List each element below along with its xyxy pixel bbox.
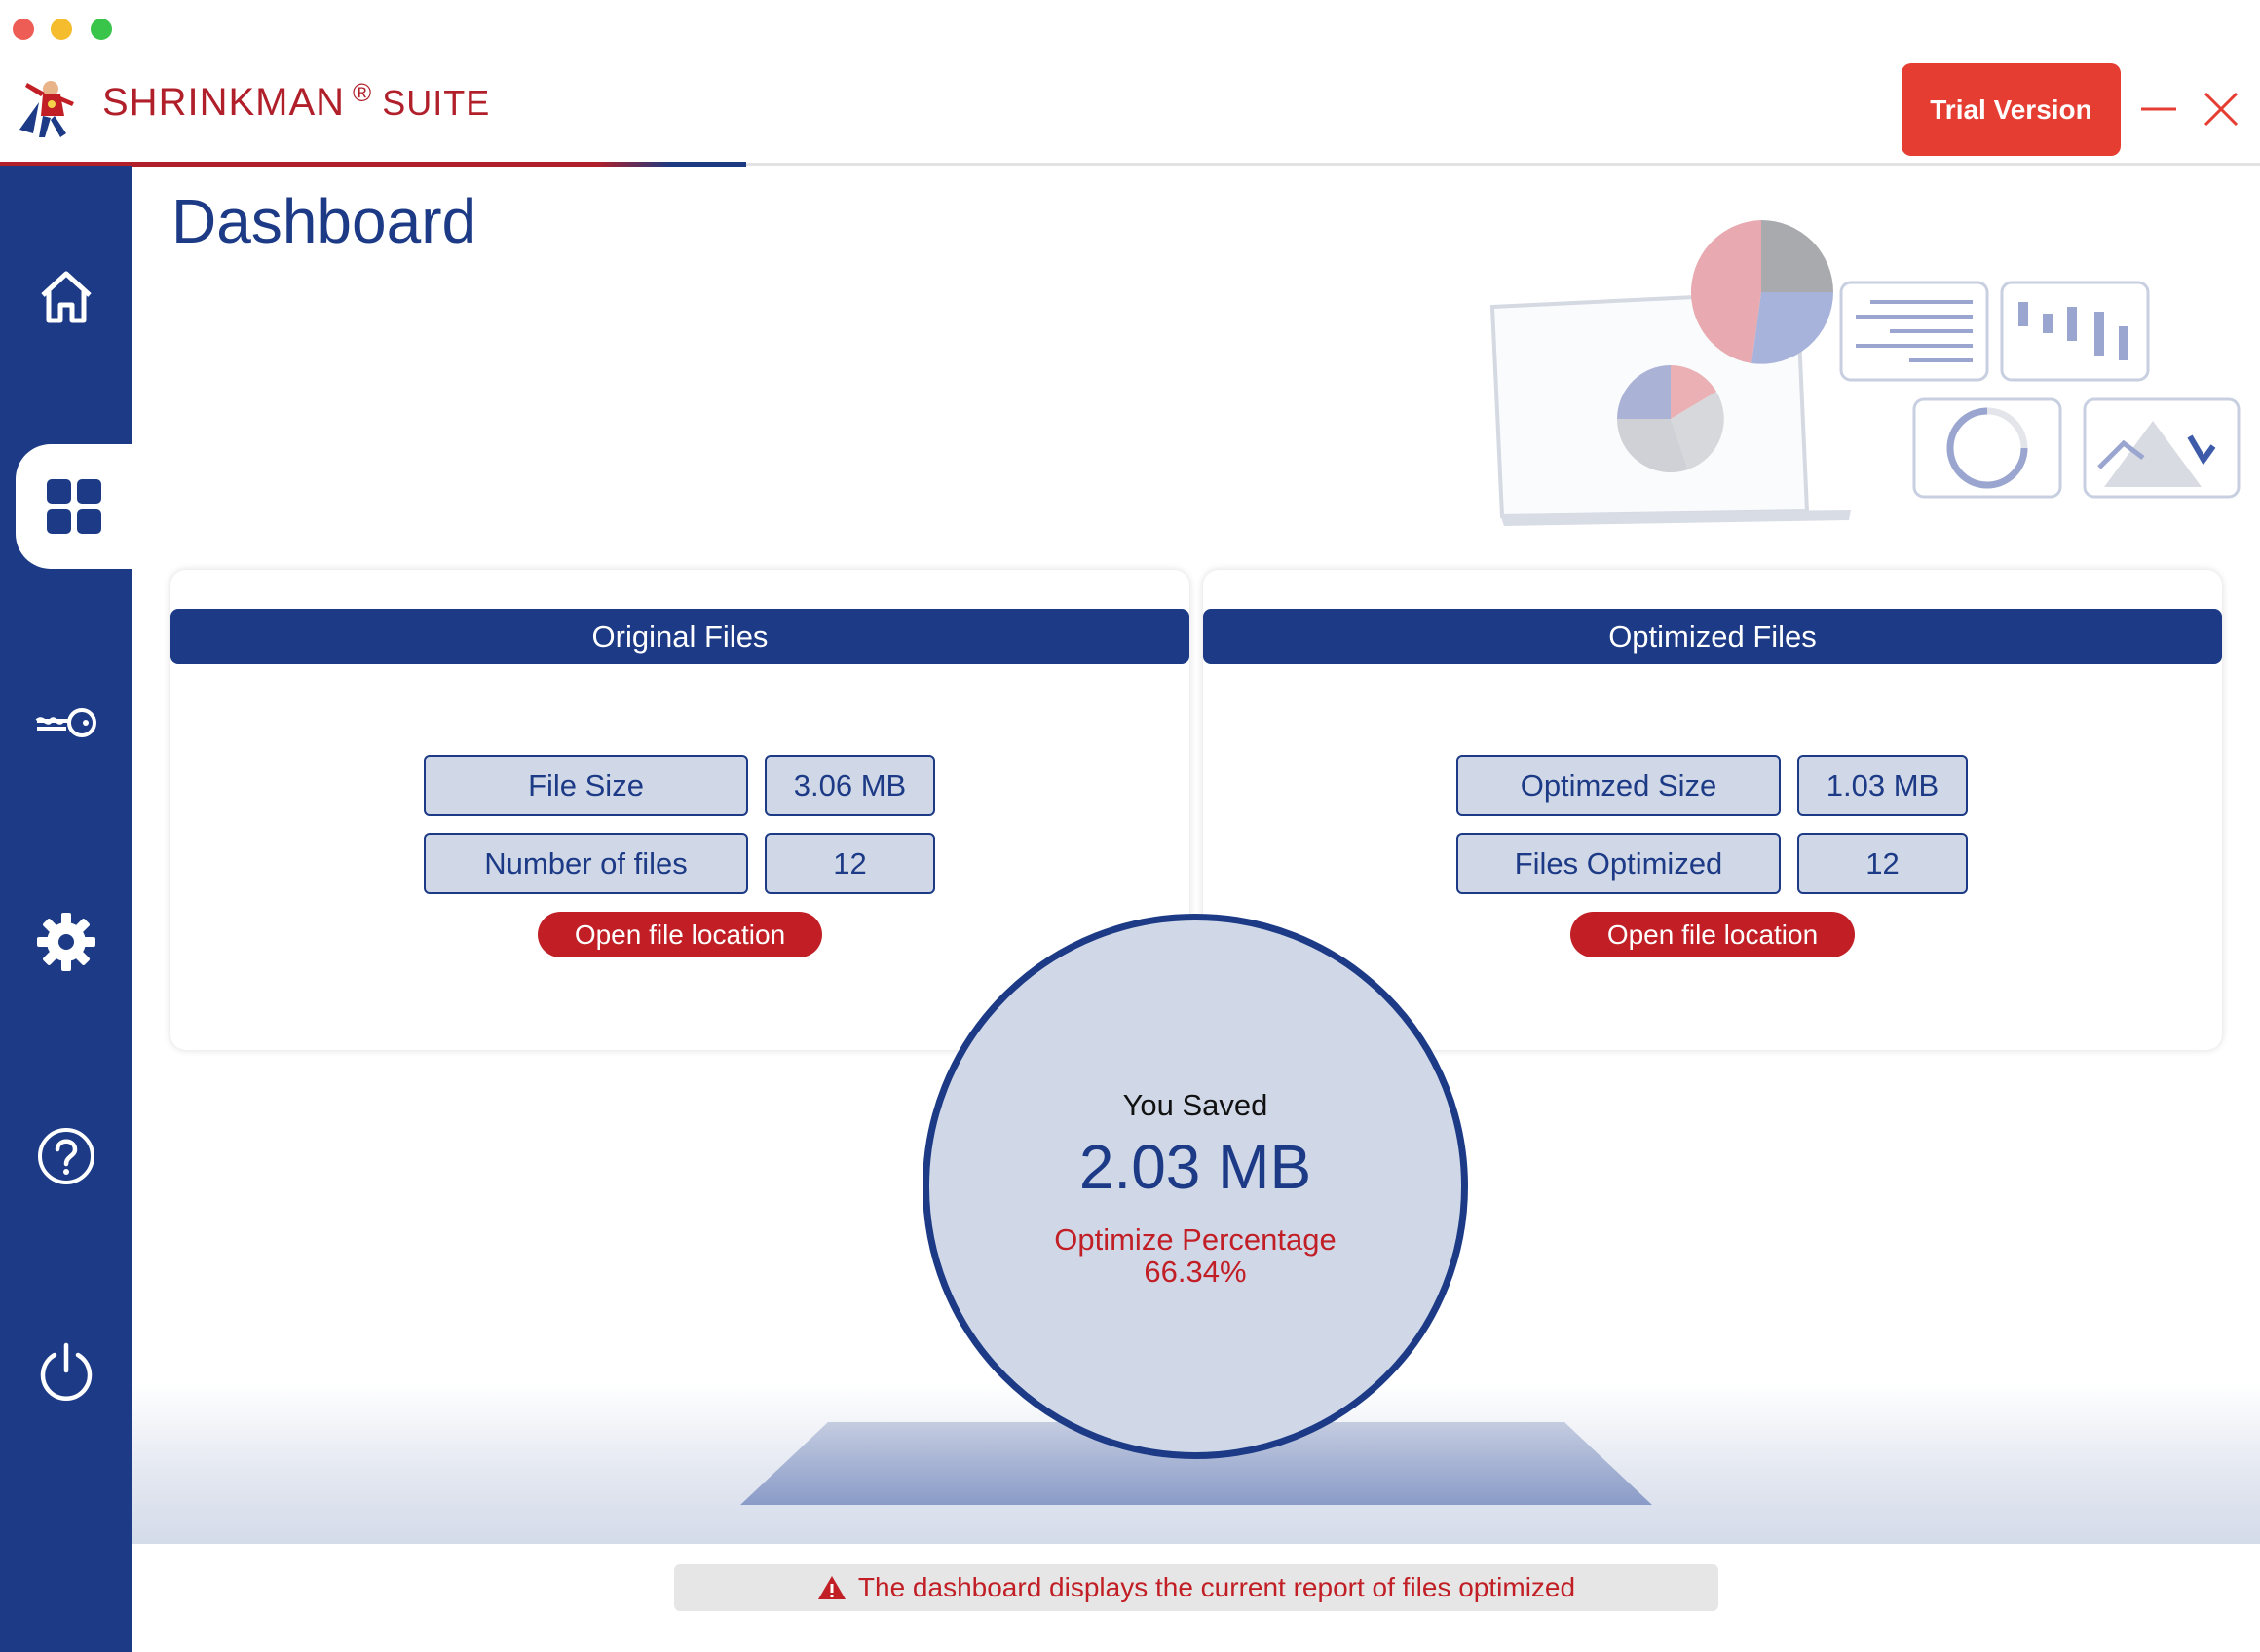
- original-files-header: Original Files: [170, 609, 1189, 664]
- trial-version-button[interactable]: Trial Version: [1902, 63, 2121, 156]
- key-icon: [35, 708, 96, 737]
- open-optimized-location-button[interactable]: Open file location: [1570, 912, 1855, 957]
- sidebar-item-settings[interactable]: [0, 888, 132, 995]
- sidebar-item-license[interactable]: [0, 669, 132, 776]
- saved-amount: 2.03 MB: [1078, 1132, 1312, 1202]
- minimize-window-button[interactable]: [51, 19, 72, 40]
- brand-name: SHRINKMAN ® SUITE: [102, 78, 491, 125]
- home-icon: [41, 271, 92, 323]
- analytics-illustration: [1489, 220, 2241, 526]
- sidebar-item-dashboard[interactable]: [16, 444, 132, 569]
- power-icon: [40, 1342, 93, 1401]
- zoom-window-button[interactable]: [91, 19, 112, 40]
- files-optimized-value: 12: [1797, 833, 1968, 894]
- optimized-size-label: Optimzed Size: [1456, 755, 1781, 816]
- number-of-files-label: Number of files: [424, 833, 748, 894]
- optimized-files-header: Optimized Files: [1203, 609, 2222, 664]
- window-titlebar: [0, 0, 2260, 58]
- optimize-percentage-label: Optimize Percentage: [1054, 1222, 1337, 1257]
- gear-icon: [37, 913, 95, 971]
- open-original-location-button[interactable]: Open file location: [538, 912, 822, 957]
- grid-icon: [47, 479, 101, 534]
- warning-icon: [817, 1576, 846, 1599]
- sidebar-item-home[interactable]: [0, 244, 132, 351]
- close-window-button[interactable]: [13, 19, 34, 40]
- page-title: Dashboard: [171, 186, 477, 256]
- sidebar: [0, 166, 132, 1652]
- minimize-icon[interactable]: [2135, 86, 2182, 132]
- sidebar-item-help[interactable]: [0, 1103, 132, 1210]
- optimize-percentage-value: 66.34%: [1144, 1255, 1247, 1289]
- sidebar-item-power[interactable]: [0, 1319, 132, 1426]
- status-bar: The dashboard displays the current repor…: [674, 1564, 1718, 1611]
- registered-mark: ®: [353, 78, 373, 107]
- number-of-files-value: 12: [765, 833, 935, 894]
- you-saved-label: You Saved: [1122, 1088, 1268, 1122]
- files-optimized-label: Files Optimized: [1456, 833, 1781, 894]
- close-icon[interactable]: [2198, 86, 2244, 132]
- file-size-label: File Size: [424, 755, 748, 816]
- savings-summary: You Saved 2.03 MB Optimize Percentage 66…: [923, 914, 1468, 1459]
- status-message: The dashboard displays the current repor…: [857, 1572, 1576, 1602]
- brand-suite: SUITE: [382, 83, 491, 123]
- file-size-value: 3.06 MB: [765, 755, 935, 816]
- shrinkman-logo-icon: [19, 81, 74, 137]
- help-icon: [38, 1128, 94, 1184]
- optimized-size-value: 1.03 MB: [1797, 755, 1968, 816]
- brand-title: SHRINKMAN: [102, 81, 346, 124]
